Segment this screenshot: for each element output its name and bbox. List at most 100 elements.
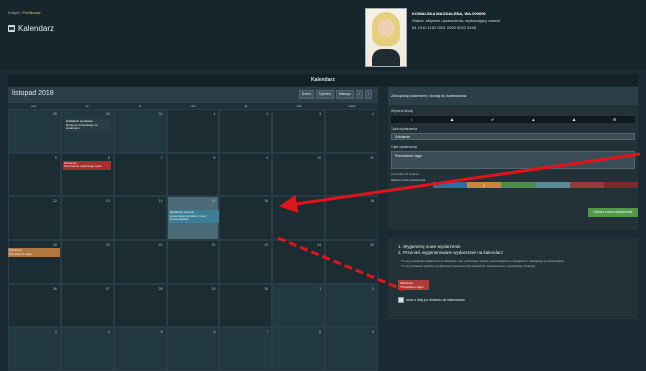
day-number: 20 xyxy=(105,243,110,247)
calendar-day-cell[interactable]: 11 xyxy=(325,152,378,197)
day-number: 17 xyxy=(317,199,322,204)
day-number: 1 xyxy=(213,112,216,116)
view-day-button[interactable]: Dzień xyxy=(298,90,314,99)
calendar-day-cell[interactable]: 26 xyxy=(8,283,61,328)
remove-after-add-checkbox[interactable]: usuń z listy po dodaniu do kalendarza xyxy=(398,297,465,303)
calendar-event[interactable]: Szkolenie Ponowienie zajęć xyxy=(8,248,60,257)
instructions-panel: 1. Wygeneruj nowe wydarzenie 2. Przenieś… xyxy=(388,238,638,319)
calendar-event[interactable]: Spotkanie zespołu prezentacja wyników i n… xyxy=(168,210,219,223)
draft-event-subtitle: Ponowienie zajęć xyxy=(400,285,424,289)
day-number: 11 xyxy=(370,155,374,160)
note-2: Tu uzyj ustawień godziny wydarzenia prze… xyxy=(401,264,535,268)
day-number: 9 xyxy=(266,155,269,160)
color-swatch-teal[interactable] xyxy=(535,182,570,188)
calendar-day-cell[interactable]: 19 xyxy=(8,240,61,284)
calendar-day-cell[interactable]: 2 xyxy=(325,283,378,328)
calendar-grid: 29 30 31 1 2 3 4 5 6 7 8 9 10 11 12 13 14 15 16 17 18 19 20 21 2… xyxy=(8,109,378,371)
calendar-day-cell[interactable]: 8 xyxy=(166,152,220,197)
day-number: 23 xyxy=(264,243,269,247)
selected-check-icon: ✔ xyxy=(482,182,486,188)
user-account: 64 1910 1152 0511 0000 0002 0446 xyxy=(412,25,476,30)
day-number: 13 xyxy=(105,199,110,204)
calendar-day-cell[interactable]: 29 xyxy=(8,109,61,153)
calendar-day-cell[interactable]: 9 xyxy=(219,152,273,197)
day-number: 7 xyxy=(266,330,269,335)
day-number: 3 xyxy=(54,330,57,335)
color-swatch-green[interactable] xyxy=(501,182,536,188)
calendar-day-cell[interactable]: 5 xyxy=(113,327,167,371)
weekday-tue: wt xyxy=(85,104,89,108)
color-swatch-orange[interactable]: ✔ xyxy=(467,182,502,188)
color-swatch-darkred[interactable] xyxy=(603,182,639,188)
color-swatch-red[interactable] xyxy=(569,182,604,188)
calendar-day-cell[interactable]: 6 xyxy=(60,152,114,197)
calendar-day-cell[interactable]: 13 xyxy=(60,196,114,240)
calendar-day-cell[interactable]: 27 xyxy=(60,283,114,328)
calendar-day-cell[interactable]: 20 xyxy=(60,240,114,284)
calendar-day-cell[interactable]: 3 xyxy=(8,327,61,371)
month-label: listopad 2018 xyxy=(12,90,54,97)
calendar-day-cell[interactable]: 25 xyxy=(325,240,378,284)
calendar-day-cell[interactable]: 28 xyxy=(113,283,167,328)
calendar-day-cell[interactable]: 4 xyxy=(325,109,378,153)
person-icon[interactable]: ♟ xyxy=(554,116,595,123)
calendar-event-subtitle: Ponowienie zajęć xyxy=(9,251,33,256)
calendar-day-cell[interactable]: 4 xyxy=(60,327,114,371)
gear-icon[interactable]: ⚙ xyxy=(594,116,635,123)
calendar-day-cell[interactable]: 16 xyxy=(219,196,273,240)
event-description-input[interactable]: Ponowienie zajęć xyxy=(391,151,635,169)
day-number: 5 xyxy=(160,330,163,335)
draft-event[interactable]: Szkolenie Ponowienie zajęć xyxy=(398,280,429,290)
checkbox-label: usuń z listy po dodaniu do kalendarza xyxy=(406,298,465,302)
next-month-button[interactable]: › xyxy=(364,90,372,99)
calendar-day-cell[interactable]: 12 xyxy=(8,196,61,240)
calendar-day-cell[interactable]: 30 xyxy=(219,283,273,328)
view-week-button[interactable]: Tydzień xyxy=(315,90,334,99)
calendar-day-cell[interactable]: 22 xyxy=(166,240,220,284)
calendar-day-cell[interactable]: 9 xyxy=(325,327,378,371)
calendar-event-subtitle: Drużyna: konsultacje ze studentem xyxy=(65,122,98,130)
day-number: 18 xyxy=(370,199,374,204)
breadcrumb-home[interactable]: Kokpit xyxy=(8,10,19,15)
calendar-day-cell[interactable]: 3 xyxy=(272,109,326,153)
calendar-day-cell[interactable]: 7 xyxy=(113,152,167,197)
event-title-input[interactable]: Szkolenie xyxy=(391,133,635,140)
calendar-day-cell[interactable]: 29 xyxy=(166,283,220,328)
calendar-day-cell[interactable]: 1 xyxy=(272,283,326,328)
calendar-event[interactable]: Szkolenie Ponowienie ostatniego cyklu xyxy=(62,160,111,170)
day-number: 29 xyxy=(52,112,57,116)
calendar-day-cell[interactable]: 18 xyxy=(325,196,378,240)
calendar-day-cell[interactable]: 7 xyxy=(219,327,273,371)
user-name: KOWALSKA MAGDALENA, WA-000000 xyxy=(412,11,486,16)
create-event-button[interactable]: Utwórz nowe wydarzenie xyxy=(588,208,638,217)
calendar-event[interactable]: Dokładnie spotkanie Drużyna: konsultacje … xyxy=(64,119,111,132)
top-header: Kokpit / Publikacje Kalendarz KOWALSKA M… xyxy=(0,0,646,70)
calendar-day-cell[interactable]: 5 xyxy=(8,152,61,197)
day-number: 19 xyxy=(52,243,57,247)
calendar-icon xyxy=(8,25,15,32)
avatar xyxy=(365,8,407,67)
checkbox-box[interactable] xyxy=(398,297,404,303)
calendar-section-title: Kalendarz xyxy=(8,74,638,86)
color-swatch-blue[interactable] xyxy=(433,182,468,188)
day-number: 8 xyxy=(213,155,216,160)
check-icon[interactable]: ✔ xyxy=(472,116,513,123)
doc-icon[interactable]: ▲ xyxy=(513,116,554,123)
info-icon[interactable]: i xyxy=(391,116,432,123)
person-icon[interactable]: ♟ xyxy=(432,116,473,123)
calendar-day-cell[interactable]: 17 xyxy=(272,196,326,240)
calendar-day-cell[interactable]: 23 xyxy=(219,240,273,284)
calendar-day-cell[interactable]: 21 xyxy=(113,240,167,284)
calendar-day-cell[interactable]: 1 xyxy=(166,109,220,153)
calendar-day-cell[interactable]: 14 xyxy=(113,196,167,240)
calendar-day-cell[interactable]: 10 xyxy=(272,152,326,197)
calendar-day-cell[interactable]: 6 xyxy=(166,327,220,371)
calendar-day-cell[interactable]: 24 xyxy=(272,240,326,284)
calendar-day-cell[interactable]: 8 xyxy=(272,327,326,371)
day-number: 26 xyxy=(52,286,57,291)
calendar-day-cell[interactable]: 2 xyxy=(219,109,273,153)
view-month-button[interactable]: Miesiąc xyxy=(335,90,354,99)
prev-month-button[interactable]: ‹ xyxy=(355,90,363,99)
breadcrumb-current[interactable]: Publikacje xyxy=(23,10,41,15)
calendar-day-cell[interactable]: 31 xyxy=(113,109,167,153)
